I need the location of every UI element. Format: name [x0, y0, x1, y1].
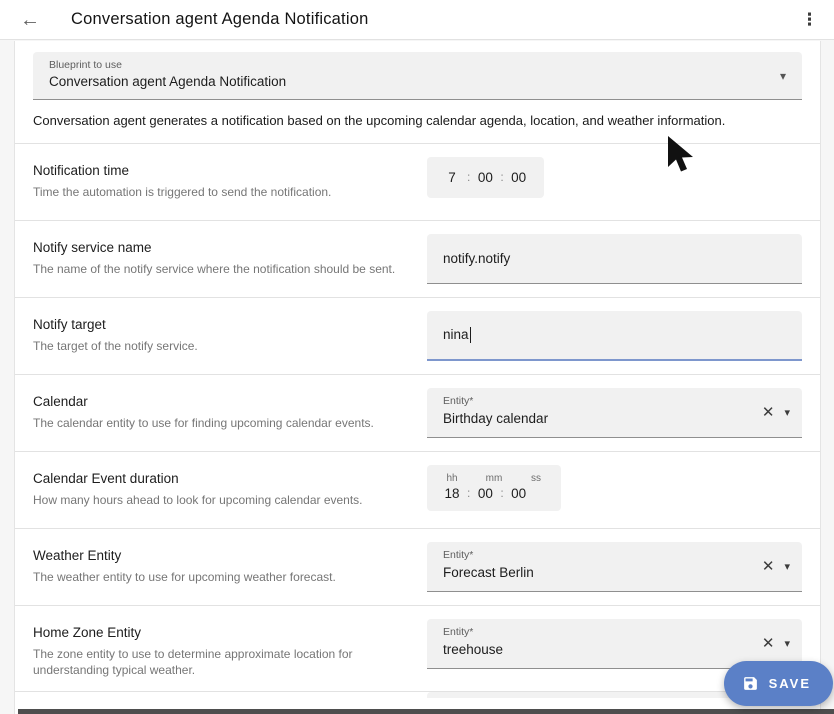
clear-icon[interactable]: ✕ — [762, 557, 775, 575]
blueprint-section: Blueprint to use Conversation agent Agen… — [15, 41, 820, 144]
settings-row-notify-service: Notify service name The name of the noti… — [15, 221, 820, 298]
row-description: The name of the notify service where the… — [33, 261, 403, 277]
row-description: The zone entity to use to determine appr… — [33, 646, 403, 678]
notify-service-value: notify.notify — [443, 251, 510, 266]
time-separator: : — [463, 170, 474, 184]
entity-field-value: Birthday calendar — [443, 411, 762, 426]
notify-target-value: nina — [443, 327, 469, 342]
weather-entity-picker[interactable]: Entity* Forecast Berlin ✕ ▾ — [427, 542, 802, 592]
app-header: ← Conversation agent Agenda Notification… — [0, 0, 834, 40]
clear-icon[interactable]: ✕ — [762, 634, 775, 652]
duration-minutes[interactable]: 00 — [474, 486, 496, 501]
entity-field-value: treehouse — [443, 642, 762, 657]
blueprint-select-label: Blueprint to use — [49, 59, 786, 71]
notify-target-input[interactable]: nina — [427, 311, 802, 361]
save-button-label: SAVE — [769, 676, 811, 691]
settings-row-event-duration: Calendar Event duration How many hours a… — [15, 452, 820, 529]
blueprint-description: Conversation agent generates a notificat… — [33, 100, 802, 143]
duration-hours[interactable]: 18 — [441, 486, 463, 501]
settings-row-notification-time: Notification time Time the automation is… — [15, 144, 820, 221]
clear-icon[interactable]: ✕ — [762, 403, 775, 421]
text-cursor — [470, 327, 471, 343]
row-description: Time the automation is triggered to send… — [33, 184, 403, 200]
calendar-entity-picker[interactable]: Entity* Birthday calendar ✕ ▾ — [427, 388, 802, 438]
entity-field-label: Entity* — [443, 626, 762, 638]
settings-row-weather-entity: Weather Entity The weather entity to use… — [15, 529, 820, 606]
row-description: The target of the notify service. — [33, 338, 403, 354]
event-duration-input[interactable]: hh mm ss 18 : 00 : 00 — [427, 465, 561, 511]
save-button[interactable]: SAVE — [724, 661, 833, 706]
blueprint-select[interactable]: Blueprint to use Conversation agent Agen… — [33, 52, 802, 100]
row-label: Notification time — [33, 163, 403, 178]
time-separator: : — [496, 486, 507, 500]
notification-time-input[interactable]: 7 : 00 : 00 — [427, 157, 544, 198]
time-seconds[interactable]: 00 — [508, 170, 530, 185]
settings-row-home-zone: Home Zone Entity The zone entity to use … — [15, 606, 820, 692]
dropdown-arrow-icon[interactable]: ▾ — [784, 406, 790, 419]
duration-unit-hh: hh — [441, 473, 463, 484]
time-separator: : — [496, 170, 507, 184]
time-minutes[interactable]: 00 — [474, 170, 496, 185]
blueprint-config-card: Blueprint to use Conversation agent Agen… — [14, 41, 821, 714]
bottom-edge-strip — [18, 709, 834, 714]
kebab-menu-icon[interactable]: ⋮ — [801, 10, 818, 30]
entity-field-value: Forecast Berlin — [443, 565, 762, 580]
partial-next-row — [15, 692, 820, 698]
duration-seconds[interactable]: 00 — [508, 486, 530, 501]
time-separator: : — [463, 486, 474, 500]
row-description: The weather entity to use for upcoming w… — [33, 569, 403, 585]
page-title: Conversation agent Agenda Notification — [71, 10, 368, 29]
dropdown-arrow-icon[interactable]: ▾ — [784, 637, 790, 650]
row-label: Calendar — [33, 394, 403, 409]
row-label: Notify target — [33, 317, 403, 332]
row-label: Home Zone Entity — [33, 625, 403, 640]
row-label: Calendar Event duration — [33, 471, 403, 486]
duration-unit-mm: mm — [483, 473, 505, 484]
time-hours[interactable]: 7 — [441, 170, 463, 185]
entity-field-label: Entity* — [443, 549, 762, 561]
settings-row-calendar: Calendar The calendar entity to use for … — [15, 375, 820, 452]
entity-field-label: Entity* — [443, 395, 762, 407]
dropdown-arrow-icon[interactable]: ▾ — [780, 69, 786, 83]
row-description: How many hours ahead to look for upcomin… — [33, 492, 403, 508]
dropdown-arrow-icon[interactable]: ▾ — [784, 560, 790, 573]
row-label: Notify service name — [33, 240, 403, 255]
save-icon — [742, 675, 759, 692]
row-description: The calendar entity to use for finding u… — [33, 415, 403, 431]
blueprint-select-value: Conversation agent Agenda Notification — [49, 74, 786, 89]
settings-row-notify-target: Notify target The target of the notify s… — [15, 298, 820, 375]
row-label: Weather Entity — [33, 548, 403, 563]
notify-service-input[interactable]: notify.notify — [427, 234, 802, 284]
duration-unit-ss: ss — [525, 473, 547, 484]
back-arrow-icon[interactable]: ← — [20, 10, 40, 30]
